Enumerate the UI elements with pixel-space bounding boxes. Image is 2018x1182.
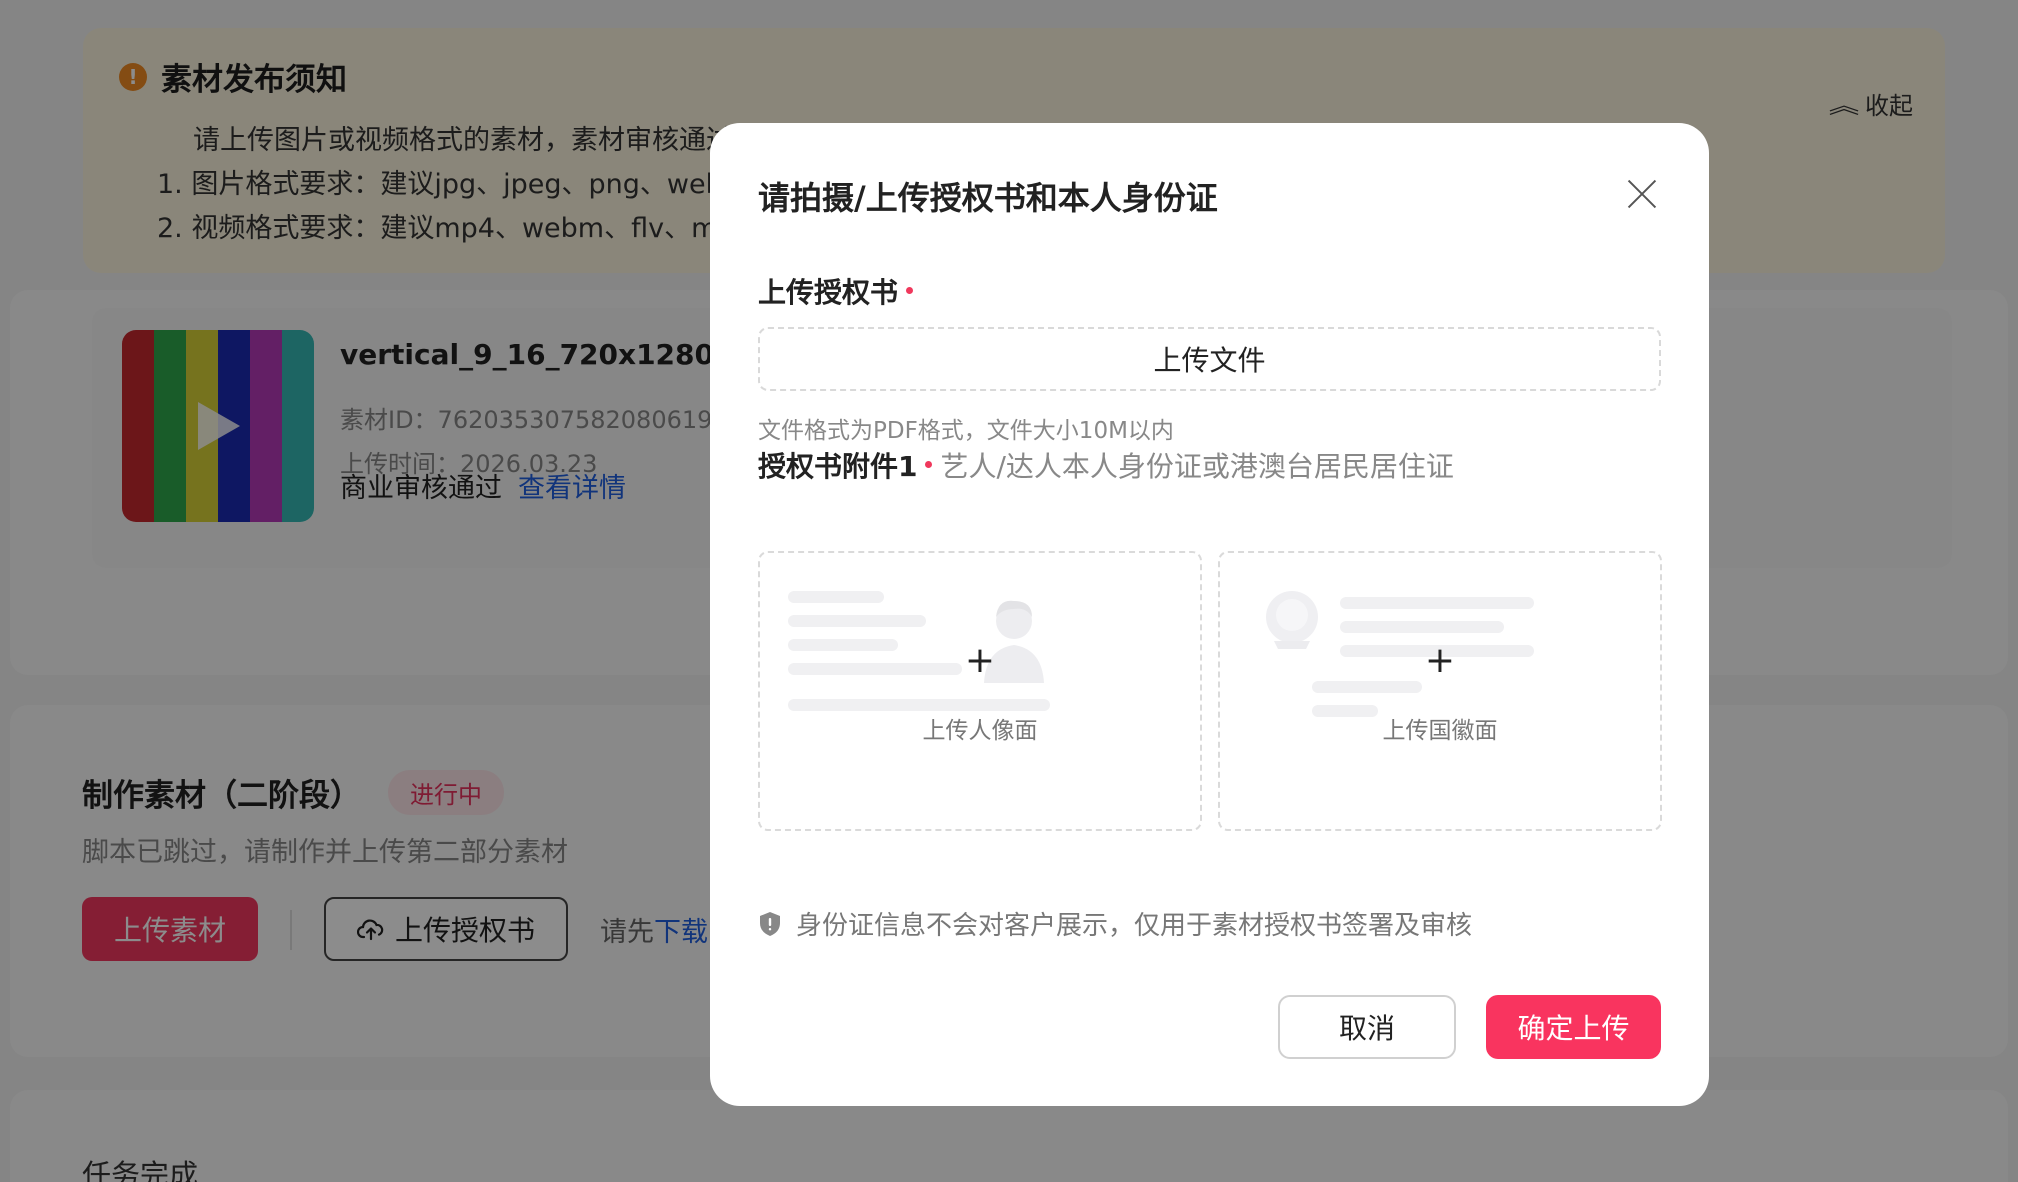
national-emblem-icon bbox=[1266, 591, 1318, 649]
plus-icon: + bbox=[1424, 640, 1456, 681]
authorization-field-label: 上传授权书 bbox=[758, 271, 914, 311]
privacy-notice: 身份证信息不会对客户展示，仅用于素材授权书签署及审核 bbox=[758, 905, 1472, 942]
back-label: 上传国徽面 bbox=[1382, 718, 1498, 744]
file-format-hint: 文件格式为PDF格式，文件大小10M以内 bbox=[758, 418, 1174, 444]
attachment-subtitle: 艺人/达人本人身份证或港澳台居民居住证 bbox=[940, 450, 1454, 483]
close-icon[interactable] bbox=[1625, 177, 1659, 211]
front-label: 上传人像面 bbox=[922, 718, 1038, 744]
upload-id-front[interactable]: + 上传人像面 bbox=[758, 551, 1202, 831]
upload-file-button[interactable]: 上传文件 bbox=[758, 327, 1661, 391]
privacy-text: 身份证信息不会对客户展示，仅用于素材授权书签署及审核 bbox=[796, 911, 1473, 941]
confirm-upload-button[interactable]: 确定上传 bbox=[1486, 995, 1661, 1059]
authorization-label-text: 上传授权书 bbox=[758, 276, 899, 309]
upload-authorization-dialog: 请拍摄/上传授权书和本人身份证 上传授权书 上传文件 文件格式为PDF格式，文件… bbox=[710, 123, 1709, 1106]
upload-id-back[interactable]: + 上传国徽面 bbox=[1218, 551, 1662, 831]
attachment-field-label: 授权书附件1 艺人/达人本人身份证或港澳台居民居住证 bbox=[758, 445, 1454, 485]
cancel-button[interactable]: 取消 bbox=[1278, 995, 1456, 1059]
plus-icon: + bbox=[964, 640, 996, 681]
dialog-title: 请拍摄/上传授权书和本人身份证 bbox=[758, 179, 1218, 217]
required-indicator bbox=[906, 286, 914, 294]
attachment-label-text: 授权书附件1 bbox=[758, 450, 918, 483]
shield-icon bbox=[760, 911, 780, 936]
required-indicator bbox=[925, 460, 933, 468]
